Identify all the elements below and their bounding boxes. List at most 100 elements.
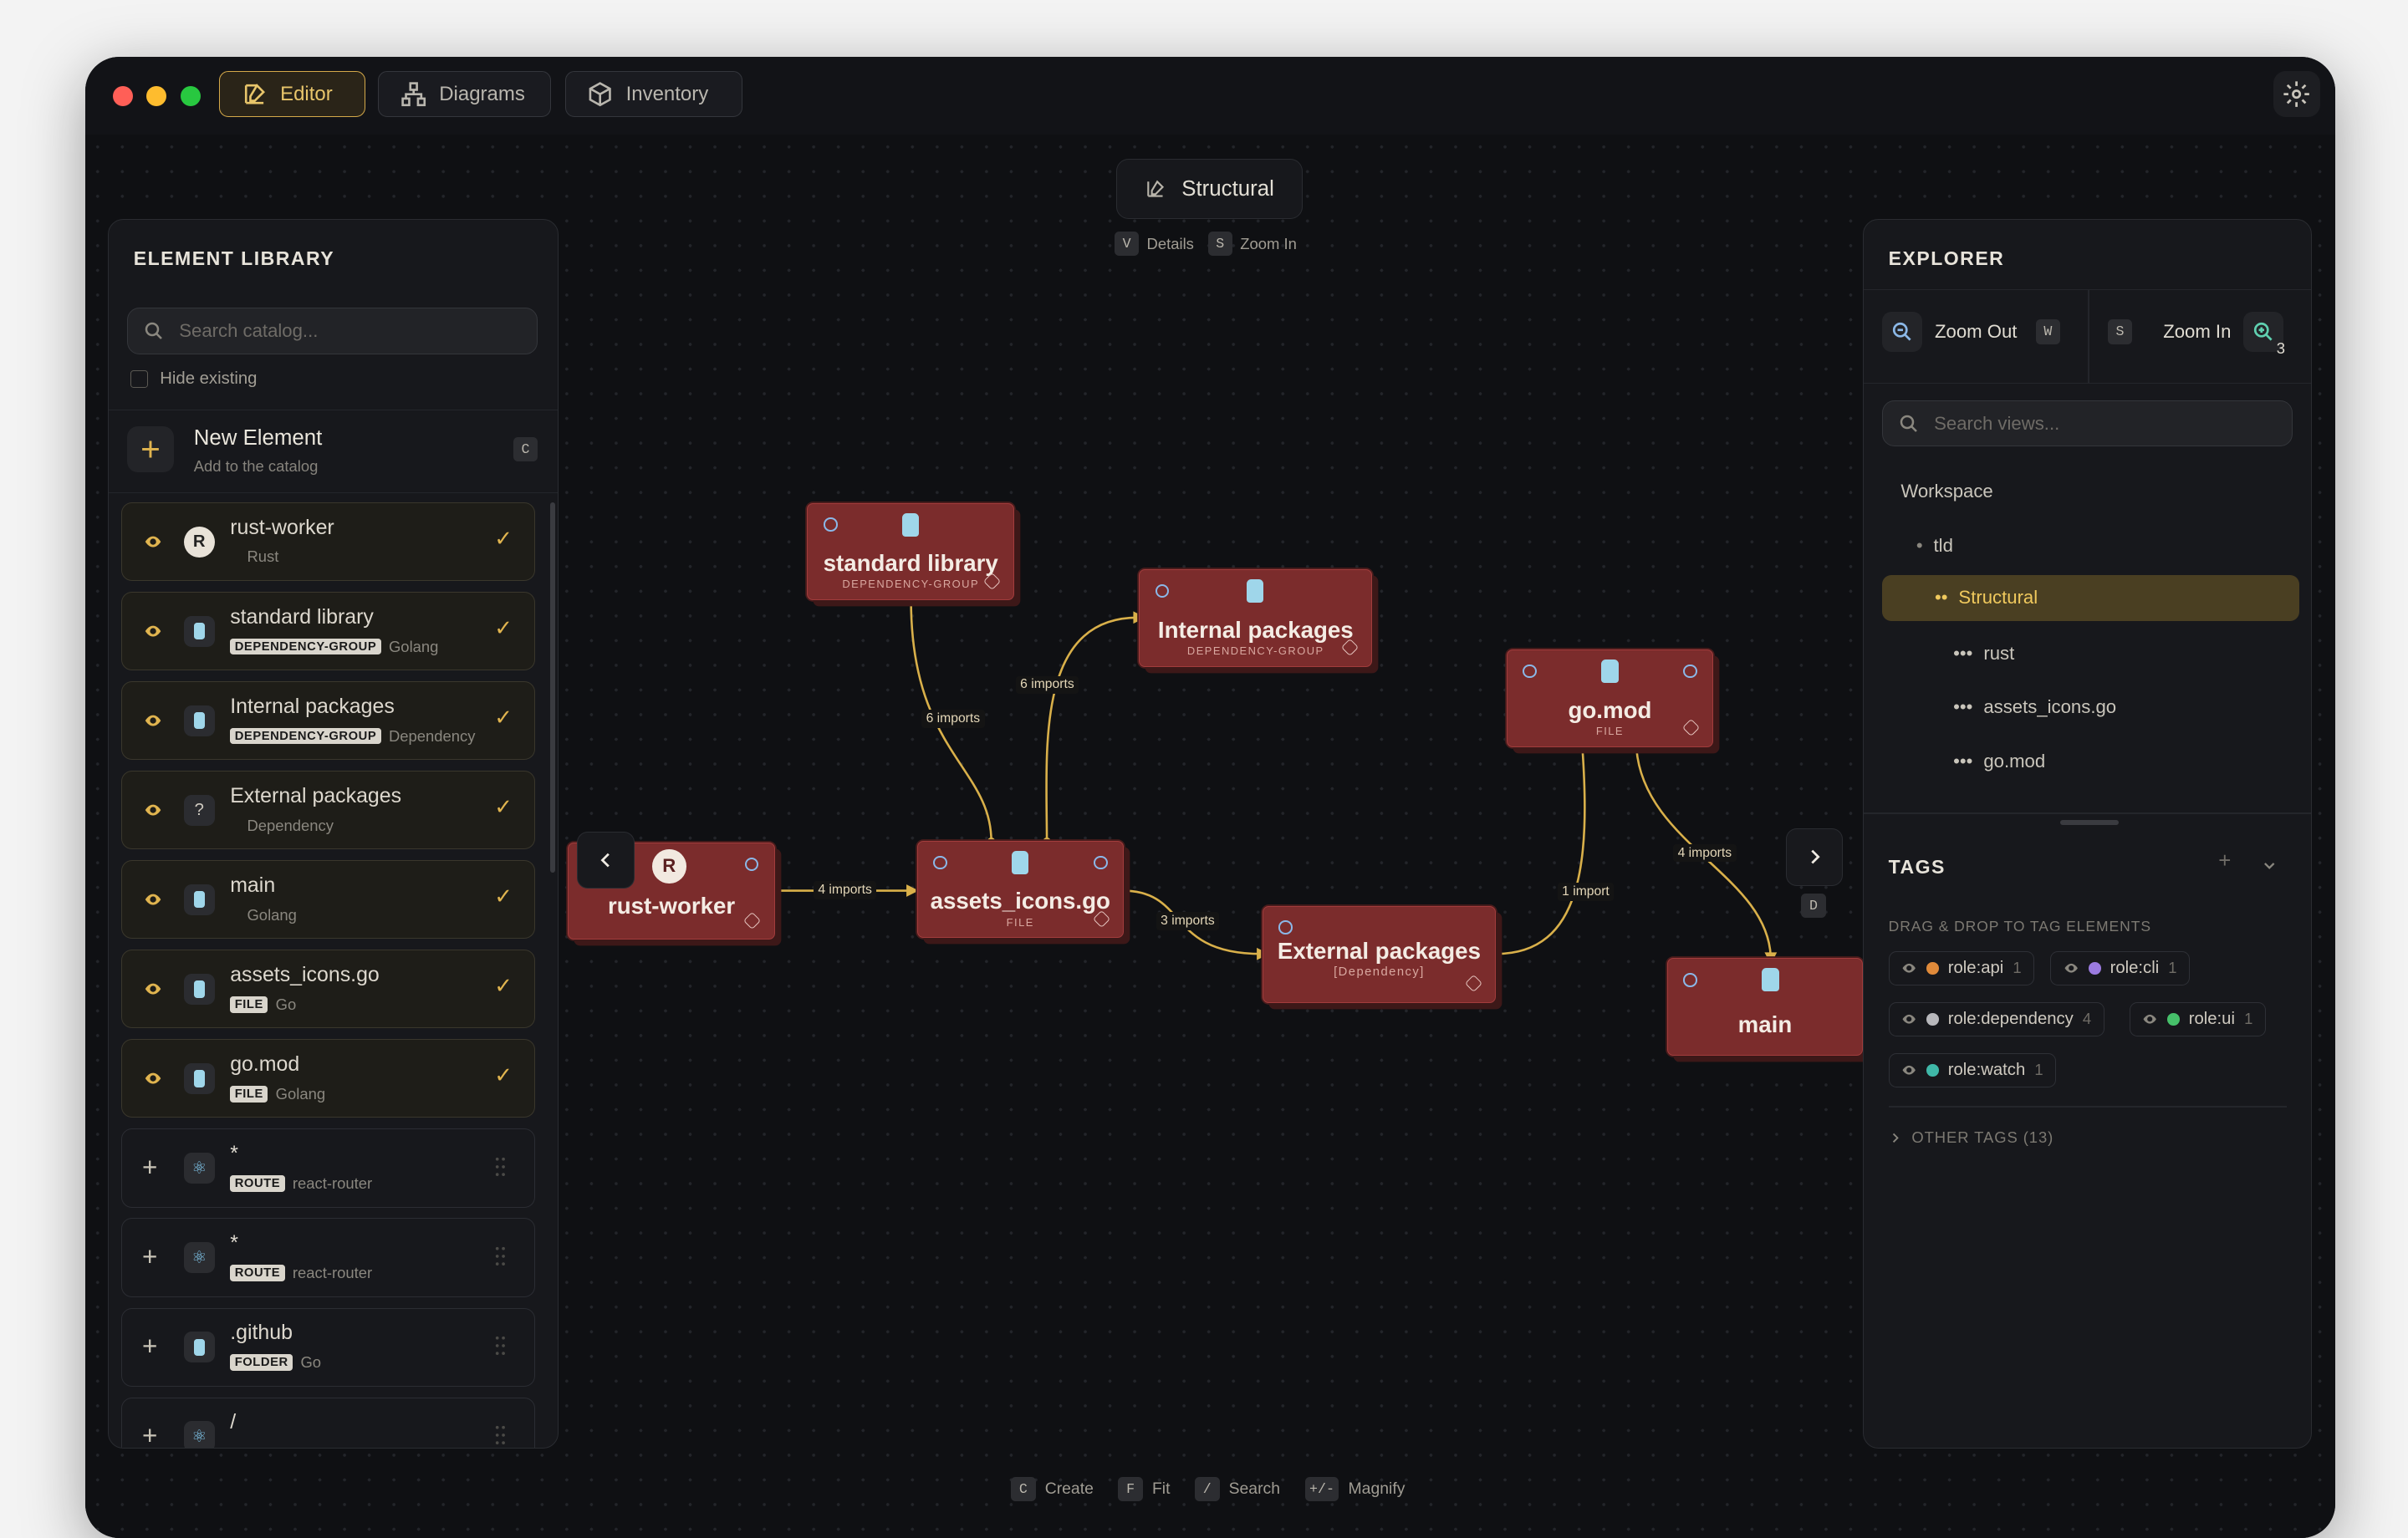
library-item-name: rust-worker [230,515,334,539]
check-icon: ✓ [494,616,513,640]
zoom-controls: Zoom Out W S Zoom In 3 [1864,289,2312,384]
edge-label: 1 import [1557,882,1615,901]
explorer-title: EXPLORER [1888,247,2005,270]
library-item-meta: Golang [230,906,296,924]
node-main[interactable]: main [1666,958,1864,1056]
eye-icon[interactable] [1901,1011,1916,1026]
library-item[interactable]: Rrust-worker Rust ✓ [120,502,535,582]
tree-item-assets-icons[interactable]: ••• assets_icons.go [1882,685,2298,731]
resize-handle[interactable] [2059,820,2119,825]
eye-icon[interactable] [144,1069,162,1087]
eye-icon[interactable] [144,532,162,551]
node-internal-packages[interactable]: Internal packages DEPENDENCY-GROUP [1139,569,1373,667]
shortcut-key: +/- [1304,1476,1339,1502]
chevron-down-icon[interactable] [2262,858,2277,873]
new-element-button[interactable]: + New Element Add to the catalog C [109,410,559,493]
library-item[interactable]: Internal packages DEPENDENCY-GROUP Depende… [120,681,535,761]
tag-chip[interactable]: role:watch 1 [1888,1052,2057,1087]
library-item[interactable]: + ⚛ * ROUTE react-router [120,1218,535,1297]
node-assets-icons[interactable]: assets_icons.go FILE [916,841,1125,939]
zoom-out-icon [1882,312,1923,352]
library-item[interactable]: go.mod FILE Golang ✓ [120,1039,535,1118]
tag-count: 1 [2034,1061,2043,1079]
add-icon[interactable]: + [142,1242,157,1272]
zoom-in-button[interactable]: S Zoom In 3 [2107,312,2285,357]
library-item[interactable]: + ⚛ * ROUTE react-router [120,1128,535,1208]
tree-item-tld[interactable]: • tld [1882,522,2298,568]
settings-button[interactable] [2273,70,2320,118]
tag-chip[interactable]: role:cli 1 [2050,951,2191,985]
zoom-out-label: Zoom Out [1934,321,2018,342]
library-item-meta: Rust [230,547,278,566]
library-item[interactable]: main Golang ✓ [120,860,535,940]
eye-icon[interactable] [2064,960,2079,975]
eye-icon[interactable] [2142,1011,2157,1026]
tag-chip[interactable]: role:dependency 4 [1888,1002,2104,1036]
eye-icon[interactable] [144,711,162,730]
node-standard-library[interactable]: standard library DEPENDENCY-GROUP [807,502,1014,601]
tab-inventory[interactable]: Inventory [564,70,742,118]
hide-existing-checkbox[interactable] [130,370,148,388]
eye-icon[interactable] [144,890,162,909]
zoom-out-button[interactable]: Zoom Out W [1882,312,2061,352]
node-external-packages[interactable]: External packages [Dependency] [1263,905,1496,1004]
tag-count: 1 [2168,959,2177,977]
library-item[interactable]: standard library DEPENDENCY-GROUP Golang ✓ [120,591,535,671]
library-item[interactable]: + .github FOLDER Go [120,1307,535,1387]
tags-hint: DRAG & DROP TO TAG ELEMENTS [1888,917,2151,935]
zoom-icon [1093,855,1108,870]
eye-icon[interactable] [1901,1062,1916,1077]
close-window-button[interactable] [112,86,133,107]
rust-icon: R [651,849,686,884]
gear-icon [2283,81,2310,107]
add-icon[interactable]: + [142,1421,157,1448]
views-search-input[interactable] [1931,410,2246,436]
edit-icon [244,84,265,104]
add-icon[interactable]: + [142,1332,157,1362]
other-tags-toggle[interactable]: OTHER TAGS (13) [1889,1128,2054,1147]
tab-diagrams[interactable]: Diagrams [378,70,551,118]
library-item[interactable]: assets_icons.go FILE Go ✓ [120,950,535,1029]
jar-icon [183,1063,215,1094]
hide-existing-toggle[interactable]: Hide existing [130,369,257,389]
new-element-key: C [513,436,538,462]
library-item[interactable]: ? External packages Dependency ✓ [120,771,535,850]
tree-item-rust[interactable]: ••• rust [1882,630,2298,676]
tree-item-go-mod[interactable]: ••• go.mod [1882,738,2298,784]
tree-item-workspace[interactable]: Workspace [1882,468,2298,514]
add-tag-button[interactable]: + [2218,849,2231,873]
catalog-search[interactable] [127,308,538,354]
library-scrollbar[interactable] [550,502,555,873]
tag-chip[interactable]: role:ui 1 [2129,1002,2267,1036]
library-item-name: / [230,1410,237,1434]
eye-icon[interactable] [1901,960,1916,975]
minimize-window-button[interactable] [146,86,167,107]
zoom-icon [1523,664,1537,679]
hide-existing-label: Hide existing [160,369,258,389]
tree-item-structural[interactable]: •• Structural [1882,574,2299,622]
drag-handle-icon[interactable] [494,1335,507,1357]
views-search[interactable] [1882,400,2293,447]
library-item[interactable]: + ⚛ / [120,1397,535,1449]
tab-editor[interactable]: Editor [219,70,366,118]
diagram-canvas[interactable]: Structural V Details S Zoom In 4 imports… [84,134,2335,1538]
maximize-window-button[interactable] [180,86,201,107]
shortcut-label: Magnify [1348,1479,1406,1498]
library-item-name: assets_icons.go [230,963,380,987]
drag-handle-icon[interactable] [494,1156,507,1178]
eye-icon[interactable] [144,980,162,998]
add-icon[interactable]: + [142,1153,157,1183]
tag-chip[interactable]: role:api 1 [1888,951,2035,985]
chevron-left-icon [600,853,610,868]
edge-label: 4 imports [813,881,877,899]
drag-handle-icon[interactable] [494,1245,507,1267]
diagram-icon [401,82,426,106]
catalog-search-input[interactable] [176,318,492,344]
node-go-mod[interactable]: go.mod FILE [1506,649,1714,747]
nav-prev-button[interactable] [577,831,635,889]
drag-handle-icon[interactable] [494,1424,507,1446]
eye-icon[interactable] [144,801,162,819]
nav-next-button[interactable] [1785,828,1844,886]
check-icon: ✓ [494,884,513,909]
eye-icon[interactable] [144,622,162,640]
